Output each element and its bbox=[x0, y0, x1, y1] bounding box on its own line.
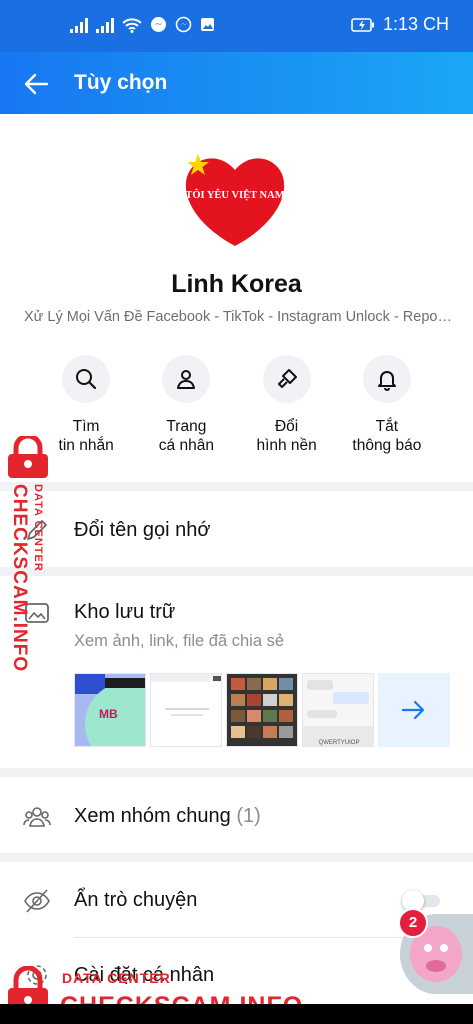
action-label-line2: tin nhắn bbox=[58, 437, 114, 454]
avatar[interactable]: TÔI YÊU VIỆT NAM bbox=[176, 140, 294, 258]
menu-item-common-groups[interactable]: Xem nhóm chung (1) bbox=[0, 777, 473, 853]
bell-icon bbox=[362, 355, 411, 403]
groups-count: (1) bbox=[236, 805, 261, 827]
divider bbox=[0, 567, 473, 576]
status-icons bbox=[70, 16, 215, 33]
status-right: 1:13 CH bbox=[351, 14, 449, 35]
divider bbox=[0, 482, 473, 491]
profile-name: Linh Korea bbox=[171, 270, 302, 298]
menu-item-label: Đổi tên gọi nhớ bbox=[74, 519, 211, 541]
media-thumbnail[interactable]: MB bbox=[74, 673, 146, 747]
app-bar: Tùy chọn bbox=[0, 52, 473, 114]
action-label-line1: Trang bbox=[166, 418, 207, 435]
battery-charging-icon bbox=[351, 17, 374, 32]
unread-badge: 2 bbox=[398, 908, 428, 938]
action-label-line2: thông báo bbox=[352, 437, 422, 454]
action-mute-notifications[interactable]: Tắt thông báo bbox=[337, 355, 437, 455]
menu-item-label: Xem nhóm chung bbox=[74, 805, 231, 827]
divider bbox=[0, 853, 473, 862]
menu-item-label: Kho lưu trữ bbox=[74, 601, 176, 623]
media-thumbnail[interactable] bbox=[150, 673, 222, 747]
avatar-caption: TÔI YÊU VIỆT NAM bbox=[185, 188, 284, 201]
image-icon bbox=[201, 18, 214, 31]
thumb-label: QWERTYUIOP bbox=[319, 740, 360, 746]
divider bbox=[0, 768, 473, 777]
clock: 1:13 CH bbox=[382, 14, 449, 34]
action-profile[interactable]: Trang cá nhân bbox=[136, 355, 236, 455]
menu-item-sub: Xem ảnh, link, file đã chia sẻ bbox=[74, 632, 285, 650]
watermark-tag: DATA CENTER bbox=[62, 970, 171, 986]
menu-item-text: Xem nhóm chung (1) bbox=[74, 805, 261, 828]
avatar-image: TÔI YÊU VIỆT NAM bbox=[176, 140, 294, 258]
messenger-icon bbox=[151, 17, 166, 32]
watermark-tag: DATA CENTER bbox=[32, 484, 44, 572]
group-icon bbox=[23, 807, 51, 827]
signal-icon bbox=[70, 17, 88, 33]
system-nav-bar bbox=[0, 1004, 473, 1024]
action-label-line2: hình nền bbox=[256, 437, 317, 454]
quick-actions: Tìm tin nhắn Trang cá nhân Đổi hình nền Tắt… bbox=[0, 355, 473, 455]
see-more-media-button[interactable] bbox=[378, 673, 450, 747]
action-label-line1: Đổi bbox=[274, 418, 299, 435]
page-title: Tùy chọn bbox=[74, 71, 168, 94]
storage-thumbnails: MB QWERTYUIOP bbox=[74, 673, 452, 749]
action-label-line1: Tìm bbox=[72, 418, 100, 435]
paintbrush-icon bbox=[262, 355, 311, 403]
arrow-left-icon[interactable] bbox=[22, 70, 50, 98]
messenger-icon bbox=[175, 16, 192, 33]
signal-icon bbox=[96, 17, 114, 33]
watermark-brand: CHECKSCAM.INFO bbox=[9, 484, 30, 673]
thumb-label: MB bbox=[99, 707, 118, 721]
profile-bio: Xử Lý Mọi Vấn Đề Facebook - TikTok - Ins… bbox=[24, 309, 454, 325]
person-icon bbox=[162, 355, 211, 403]
lock-icon bbox=[8, 433, 48, 478]
wifi-icon bbox=[122, 17, 142, 33]
status-bar: 1:13 CH bbox=[0, 0, 473, 52]
menu-item-nickname[interactable]: Đổi tên gọi nhớ bbox=[0, 491, 473, 567]
action-label-line1: Tắt bbox=[375, 418, 399, 435]
search-icon bbox=[62, 355, 111, 403]
menu-item-label: Ẩn trò chuyện bbox=[74, 889, 198, 911]
media-thumbnail[interactable]: QWERTYUIOP bbox=[302, 673, 374, 747]
eye-off-icon bbox=[24, 889, 50, 913]
media-thumbnail[interactable] bbox=[226, 673, 298, 747]
action-label-line2: cá nhân bbox=[158, 437, 214, 454]
action-change-theme[interactable]: Đổi hình nền bbox=[237, 355, 337, 455]
watermark-vertical: CHECKSCAM.INFO DATA CENTER bbox=[4, 433, 56, 673]
arrow-right-icon bbox=[401, 700, 425, 720]
